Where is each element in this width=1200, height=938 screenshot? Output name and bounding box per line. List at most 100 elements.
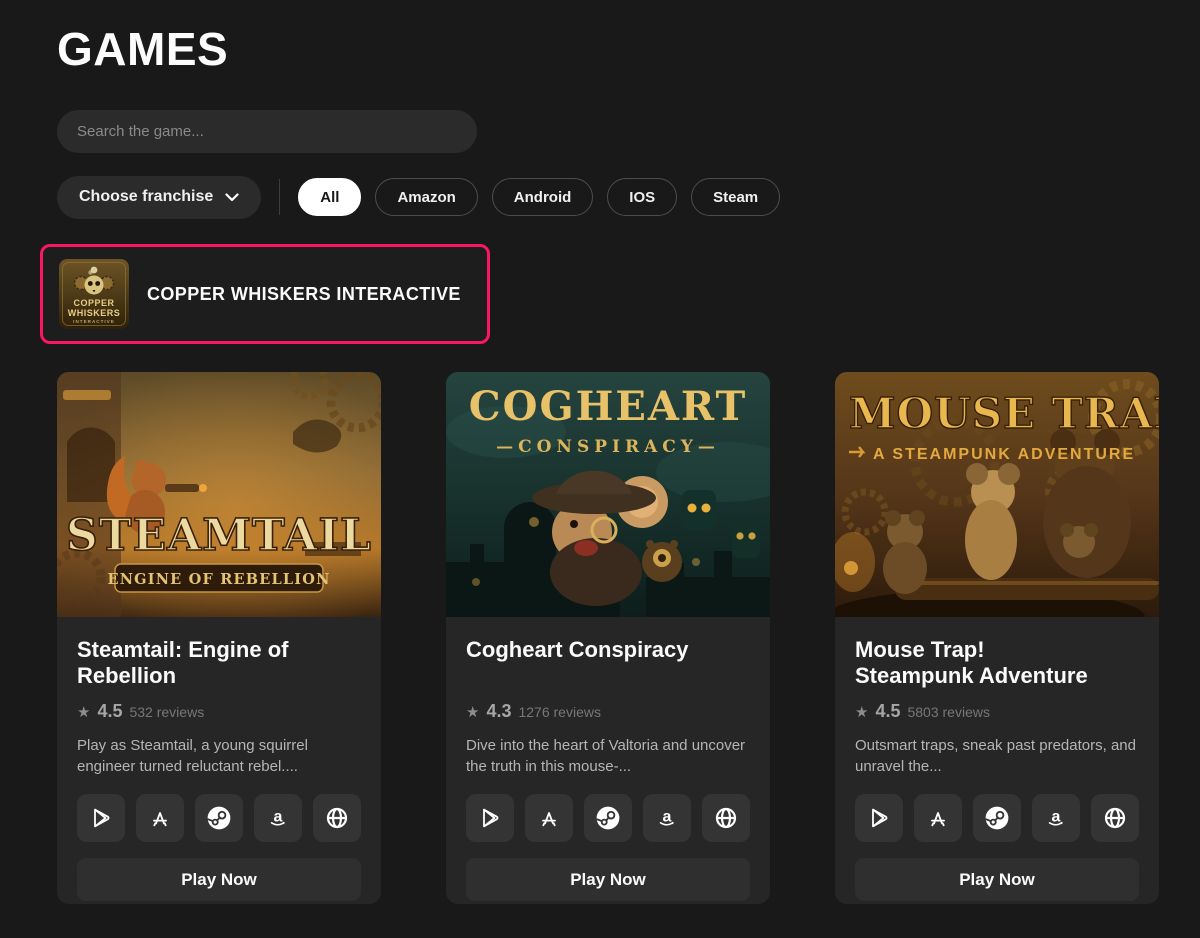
play-now-button[interactable]: Play Now bbox=[77, 858, 361, 901]
franchise-logo: COPPER WHISKERS INTERACTIVE bbox=[59, 259, 129, 329]
cover-subtitle-text: ENGINE OF REBELLION bbox=[107, 571, 330, 588]
steam-button[interactable] bbox=[973, 794, 1021, 842]
rating-row: ★ 4.5 532 reviews bbox=[77, 701, 361, 722]
game-card-mouse-trap: MOUSE TRAP A STEAMPUNK ADVENTURE Mouse T… bbox=[835, 372, 1159, 904]
cover-title-text: COGHEART bbox=[469, 383, 747, 430]
game-card-cogheart: COGHEART —CONSPIRACY— Cogheart Conspirac… bbox=[446, 372, 770, 904]
web-button[interactable] bbox=[702, 794, 750, 842]
star-icon: ★ bbox=[77, 703, 90, 721]
google-play-icon bbox=[478, 806, 502, 830]
google-play-button[interactable] bbox=[466, 794, 514, 842]
review-count: 532 reviews bbox=[129, 704, 204, 720]
mouse-trap-cover-illustration: MOUSE TRAP A STEAMPUNK ADVENTURE bbox=[835, 372, 1159, 617]
steam-button[interactable] bbox=[584, 794, 632, 842]
game-title-line2: Rebellion bbox=[77, 663, 361, 689]
review-count: 1276 reviews bbox=[518, 704, 601, 720]
cover-title-group: COGHEART —CONSPIRACY— bbox=[469, 383, 747, 457]
cover-title-text: STEAMTAIL bbox=[66, 510, 372, 561]
svg-text:a: a bbox=[663, 809, 672, 826]
play-now-button[interactable]: Play Now bbox=[466, 858, 750, 901]
rating-value: 4.3 bbox=[486, 701, 511, 722]
platform-buttons: a bbox=[77, 794, 361, 842]
web-button[interactable] bbox=[1091, 794, 1139, 842]
game-title-line1: Mouse Trap! bbox=[855, 637, 1139, 663]
game-cover-art[interactable]: COGHEART —CONSPIRACY— bbox=[446, 372, 770, 617]
platform-buttons: a bbox=[466, 794, 750, 842]
divider bbox=[279, 179, 280, 215]
game-description: Dive into the heart of Valtoria and unco… bbox=[466, 736, 750, 778]
game-title-line2: Steampunk Adventure bbox=[855, 663, 1139, 689]
games-page: GAMES Choose franchise All Amazon Androi… bbox=[0, 0, 1200, 938]
rating-row: ★ 4.3 1276 reviews bbox=[466, 701, 750, 722]
choose-franchise-label: Choose franchise bbox=[79, 188, 213, 206]
game-title: Cogheart Conspiracy bbox=[466, 637, 750, 691]
filter-pill-ios[interactable]: IOS bbox=[607, 178, 677, 216]
filter-pill-all[interactable]: All bbox=[298, 178, 361, 216]
play-now-button[interactable]: Play Now bbox=[855, 858, 1139, 901]
filter-pill-android[interactable]: Android bbox=[492, 178, 594, 216]
steam-icon bbox=[206, 805, 232, 831]
copper-whiskers-logo-icon: COPPER WHISKERS INTERACTIVE bbox=[59, 259, 129, 329]
platform-filter-pills: All Amazon Android IOS Steam bbox=[298, 178, 780, 216]
page-title: GAMES bbox=[57, 22, 1160, 76]
card-body: Mouse Trap! Steampunk Adventure ★ 4.5 58… bbox=[835, 617, 1159, 904]
choose-franchise-button[interactable]: Choose franchise bbox=[57, 176, 261, 219]
google-play-button[interactable] bbox=[77, 794, 125, 842]
app-store-button[interactable] bbox=[914, 794, 962, 842]
globe-icon bbox=[325, 806, 349, 830]
steam-icon bbox=[984, 805, 1010, 831]
chevron-down-icon bbox=[225, 193, 239, 202]
game-cover-art[interactable]: MOUSE TRAP A STEAMPUNK ADVENTURE bbox=[835, 372, 1159, 617]
rating-value: 4.5 bbox=[97, 701, 122, 722]
cover-title-group: STEAMTAIL ENGINE OF REBELLION bbox=[66, 510, 372, 592]
franchise-name: COPPER WHISKERS INTERACTIVE bbox=[147, 284, 461, 305]
amazon-button[interactable]: a bbox=[1032, 794, 1080, 842]
app-store-icon bbox=[537, 806, 561, 830]
game-cover-art[interactable]: STEAMTAIL ENGINE OF REBELLION bbox=[57, 372, 381, 617]
cover-subtitle-text: A STEAMPUNK ADVENTURE bbox=[873, 446, 1135, 463]
filter-pill-amazon[interactable]: Amazon bbox=[375, 178, 477, 216]
logo-line1: COPPER bbox=[73, 298, 114, 308]
review-count: 5803 reviews bbox=[907, 704, 990, 720]
steam-button[interactable] bbox=[195, 794, 243, 842]
google-play-icon bbox=[89, 806, 113, 830]
card-body: Cogheart Conspiracy ★ 4.3 1276 reviews D… bbox=[446, 617, 770, 904]
svg-text:a: a bbox=[274, 809, 283, 826]
app-store-icon bbox=[148, 806, 172, 830]
game-description: Play as Steamtail, a young squirrel engi… bbox=[77, 736, 361, 778]
web-button[interactable] bbox=[313, 794, 361, 842]
game-card-steamtail: STEAMTAIL ENGINE OF REBELLION Steamtail:… bbox=[57, 372, 381, 904]
amazon-button[interactable]: a bbox=[254, 794, 302, 842]
game-title-line1: Cogheart Conspiracy bbox=[466, 637, 750, 663]
amazon-button[interactable]: a bbox=[643, 794, 691, 842]
google-play-icon bbox=[867, 806, 891, 830]
steamtail-cover-illustration: STEAMTAIL ENGINE OF REBELLION bbox=[57, 372, 381, 617]
game-title-line1: Steamtail: Engine of bbox=[77, 637, 361, 663]
cover-subtitle-text: —CONSPIRACY— bbox=[496, 437, 720, 457]
card-body: Steamtail: Engine of Rebellion ★ 4.5 532… bbox=[57, 617, 381, 904]
steam-icon bbox=[595, 805, 621, 831]
svg-text:a: a bbox=[1052, 809, 1061, 826]
search-input[interactable] bbox=[57, 110, 477, 153]
game-title: Mouse Trap! Steampunk Adventure bbox=[855, 637, 1139, 691]
amazon-icon: a bbox=[266, 806, 290, 830]
app-store-button[interactable] bbox=[136, 794, 184, 842]
game-title: Steamtail: Engine of Rebellion bbox=[77, 637, 361, 691]
cogheart-cover-illustration: COGHEART —CONSPIRACY— bbox=[446, 372, 770, 617]
platform-buttons: a bbox=[855, 794, 1139, 842]
franchise-banner[interactable]: COPPER WHISKERS INTERACTIVE COPPER WHISK… bbox=[40, 244, 490, 344]
game-description: Outsmart traps, sneak past predators, an… bbox=[855, 736, 1139, 778]
filter-row: Choose franchise All Amazon Android IOS … bbox=[57, 175, 1160, 219]
cover-title-group: MOUSE TRAP A STEAMPUNK ADVENTURE bbox=[849, 389, 1159, 463]
globe-icon bbox=[714, 806, 738, 830]
logo-line3: INTERACTIVE bbox=[73, 319, 115, 324]
app-store-button[interactable] bbox=[525, 794, 573, 842]
rating-row: ★ 4.5 5803 reviews bbox=[855, 701, 1139, 722]
amazon-icon: a bbox=[655, 806, 679, 830]
games-grid: STEAMTAIL ENGINE OF REBELLION Steamtail:… bbox=[57, 372, 1160, 904]
star-icon: ★ bbox=[466, 703, 479, 721]
google-play-button[interactable] bbox=[855, 794, 903, 842]
cover-robot-companion bbox=[642, 540, 682, 582]
rating-value: 4.5 bbox=[875, 701, 900, 722]
filter-pill-steam[interactable]: Steam bbox=[691, 178, 780, 216]
